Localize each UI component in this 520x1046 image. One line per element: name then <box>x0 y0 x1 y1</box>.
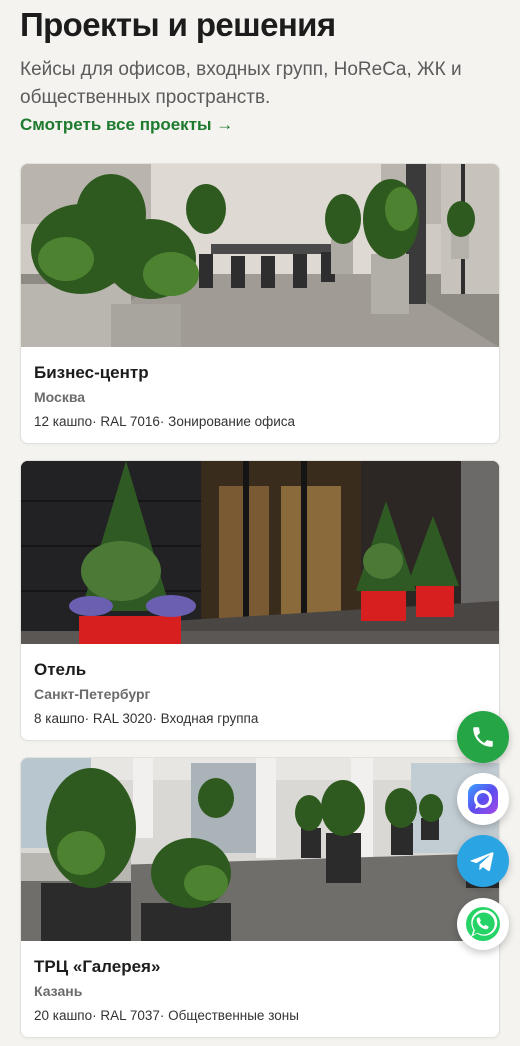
project-photo-mall <box>21 758 499 941</box>
project-title: ТРЦ «Галерея» <box>34 957 161 976</box>
project-card-body: Отель Санкт-Петербург 8 кашпо· RAL 3020·… <box>21 644 499 740</box>
whatsapp-button[interactable] <box>457 898 509 950</box>
project-title: Бизнес-центр <box>34 363 149 382</box>
phone-icon <box>473 727 493 747</box>
project-meta: 8 кашпо· RAL 3020· Входная группа <box>34 711 259 726</box>
project-card[interactable]: Отель Санкт-Петербург 8 кашпо· RAL 3020·… <box>20 460 500 741</box>
telegram-icon <box>470 852 494 872</box>
project-city: Санкт-Петербург <box>34 686 151 702</box>
whatsapp-icon <box>466 907 500 941</box>
project-photo-hotel <box>21 461 499 644</box>
section-title: Проекты и решения <box>20 6 336 43</box>
max-messenger-button[interactable] <box>457 773 509 825</box>
project-meta: 20 кашпо· RAL 7037· Общественные зоны <box>34 1008 299 1023</box>
all-projects-link[interactable]: Смотреть все проекты → <box>20 113 233 137</box>
project-card-body: ТРЦ «Галерея» Казань 20 кашпо· RAL 7037·… <box>21 941 499 1037</box>
project-city: Казань <box>34 983 83 999</box>
project-card-body: Бизнес-центр Москва 12 кашпо· RAL 7016· … <box>21 347 499 443</box>
projects-section: Проекты и решения Кейсы для офисов, вход… <box>0 0 520 1046</box>
phone-button[interactable] <box>457 711 509 763</box>
project-city: Москва <box>34 389 86 405</box>
project-title: Отель <box>34 660 87 679</box>
project-meta: 12 кашпо· RAL 7016· Зонирование офиса <box>34 414 296 429</box>
telegram-button[interactable] <box>457 835 509 887</box>
project-card[interactable]: Бизнес-центр Москва 12 кашпо· RAL 7016· … <box>20 163 500 444</box>
project-card[interactable]: ТРЦ «Галерея» Казань 20 кашпо· RAL 7037·… <box>20 757 500 1038</box>
section-subtitle: Кейсы для офисов, входных групп, HoReCa,… <box>20 59 462 108</box>
project-photo-office <box>21 164 499 347</box>
max-messenger-icon <box>468 784 498 814</box>
